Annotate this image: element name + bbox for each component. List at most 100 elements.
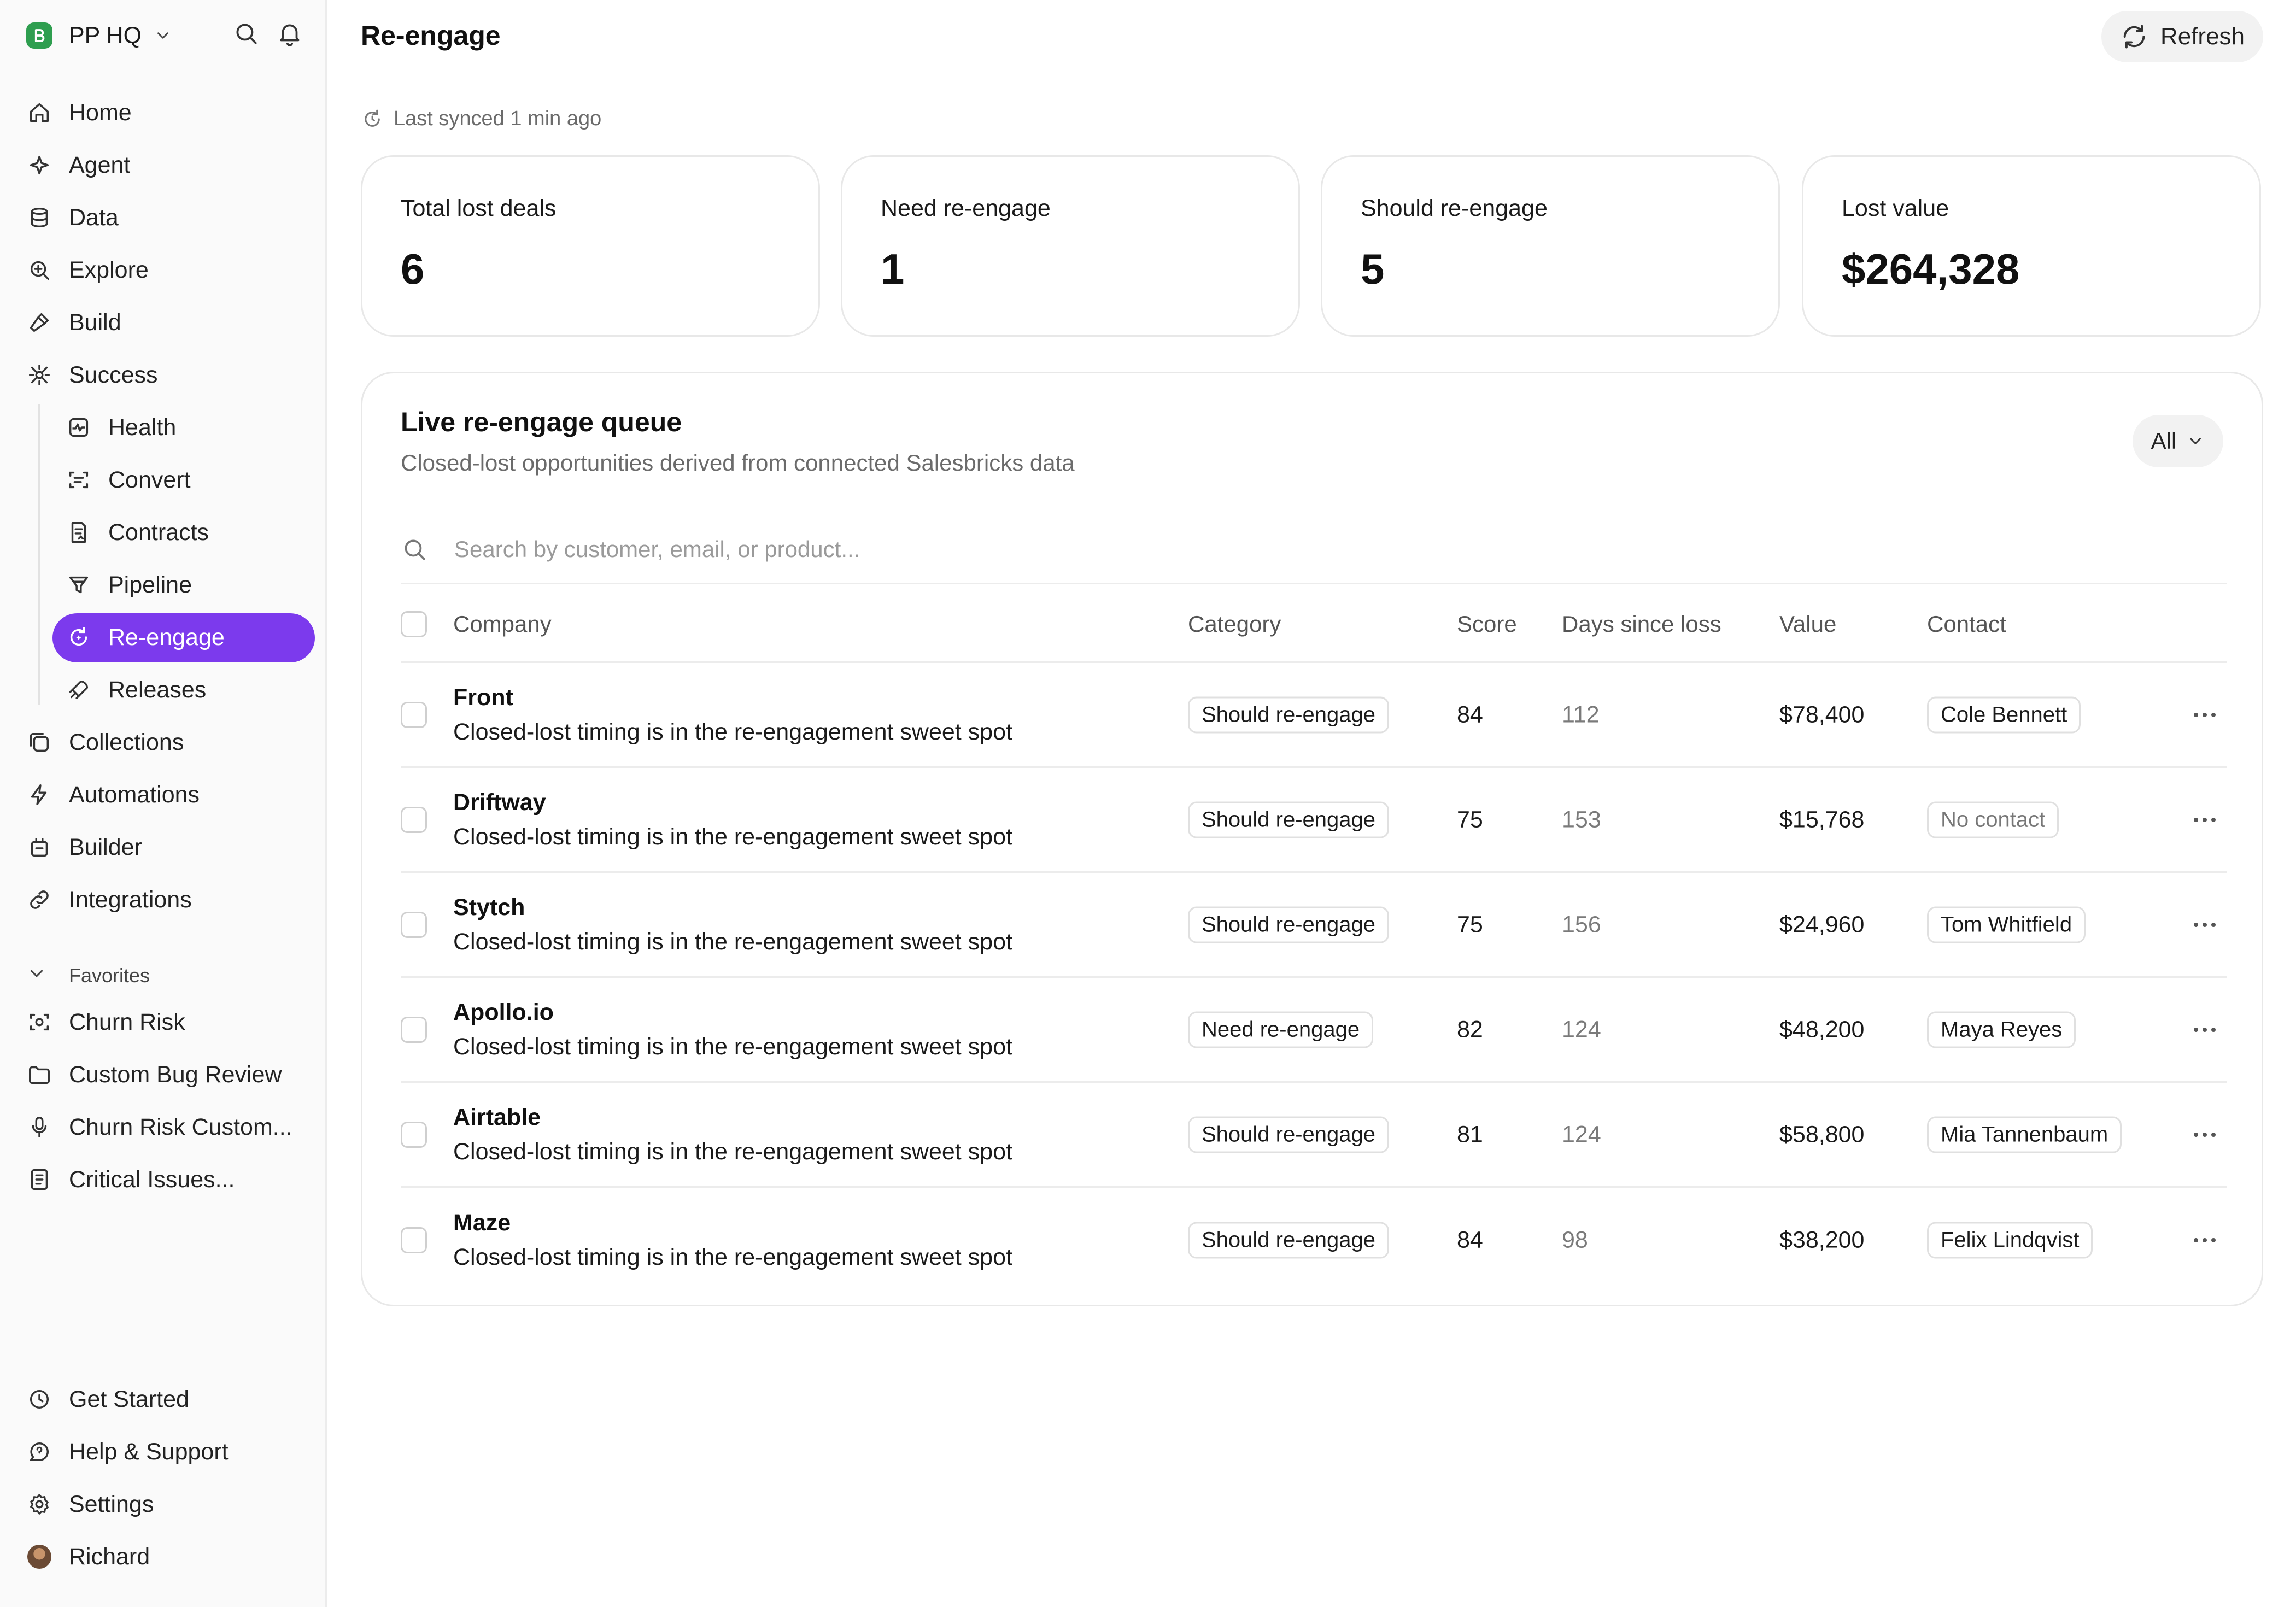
row-checkbox[interactable] (401, 806, 427, 833)
deal-value: $15,768 (1779, 806, 1865, 832)
more-options-icon[interactable] (2194, 1027, 2216, 1032)
row-checkbox[interactable] (401, 911, 427, 938)
score-value: 84 (1457, 701, 1483, 728)
table-row[interactable]: Driftway Closed-lost timing is in the re… (401, 768, 2227, 873)
row-checkbox[interactable] (401, 1016, 427, 1043)
page-title: Re-engage (361, 20, 501, 51)
fav-churn-risk-custom[interactable]: Churn Risk Custom... (26, 1107, 311, 1147)
row-checkbox[interactable] (401, 701, 427, 728)
nav-contracts[interactable]: Contracts (66, 513, 315, 552)
days-since-loss-value: 112 (1562, 701, 1600, 728)
nav-convert[interactable]: Convert (66, 460, 315, 500)
document-icon (26, 1166, 52, 1193)
contact-chip[interactable]: Tom Whitfield (1927, 906, 2086, 943)
score-value: 84 (1457, 1227, 1483, 1253)
table-row[interactable]: Apollo.io Closed-lost timing is in the r… (401, 978, 2227, 1083)
fav-critical-issues[interactable]: Critical Issues... (26, 1160, 311, 1199)
search-icon (401, 536, 428, 563)
nav-settings[interactable]: Settings (26, 1485, 311, 1524)
column-contact[interactable]: Contact (1927, 611, 2006, 637)
category-filter-dropdown[interactable]: All (2133, 415, 2223, 467)
nav-help-support[interactable]: Help & Support (26, 1432, 311, 1471)
favorites-toggle[interactable]: Favorites (26, 962, 150, 989)
company-cell: Apollo.io Closed-lost timing is in the r… (453, 999, 1012, 1060)
panel-subtitle: Closed-lost opportunities derived from c… (401, 450, 1075, 476)
bell-icon[interactable] (276, 20, 303, 47)
score-value: 82 (1457, 1016, 1483, 1042)
more-options-icon[interactable] (2194, 1238, 2216, 1242)
company-name: Stytch (453, 894, 525, 920)
clock-icon (26, 1386, 52, 1412)
more-options-icon[interactable] (2194, 712, 2216, 717)
nav-health[interactable]: Health (66, 408, 315, 447)
nav-home[interactable]: Home (26, 93, 311, 132)
contact-chip[interactable]: Maya Reyes (1927, 1011, 2076, 1048)
table-row[interactable]: Airtable Closed-lost timing is in the re… (401, 1083, 2227, 1188)
select-all-checkbox[interactable] (401, 611, 427, 637)
more-options-icon[interactable] (2194, 817, 2216, 822)
nav-automations-label: Automations (69, 781, 200, 808)
fav-churn-risk-custom-label: Churn Risk Custom... (69, 1113, 292, 1140)
company-name: Airtable (453, 1104, 541, 1130)
nav-collections[interactable]: Collections (26, 723, 311, 762)
row-checkbox[interactable] (401, 1227, 427, 1253)
nav-agent[interactable]: Agent (26, 145, 311, 185)
refresh-label: Refresh (2160, 23, 2245, 50)
nav-releases[interactable]: Releases (66, 670, 315, 709)
gear-icon (26, 1491, 52, 1517)
company-cell: Maze Closed-lost timing is in the re-eng… (453, 1210, 1012, 1271)
contact-chip[interactable]: Cole Bennett (1927, 696, 2081, 733)
column-value[interactable]: Value (1779, 611, 1836, 637)
row-checkbox[interactable] (401, 1121, 427, 1148)
fav-churn-risk[interactable]: Churn Risk (26, 1002, 311, 1042)
user-name: Richard (69, 1543, 150, 1570)
company-cell: Front Closed-lost timing is in the re-en… (453, 684, 1012, 746)
builder-icon (26, 834, 52, 860)
folder-icon (26, 1061, 52, 1088)
nav-contracts-label: Contracts (108, 519, 209, 546)
column-category[interactable]: Category (1188, 611, 1281, 637)
nav-builder[interactable]: Builder (26, 828, 311, 867)
column-score[interactable]: Score (1457, 611, 1517, 637)
more-options-icon[interactable] (2194, 1132, 2216, 1137)
sparkle-icon (26, 152, 52, 178)
nav-health-label: Health (108, 414, 177, 441)
column-days-since-loss[interactable]: Days since loss (1562, 611, 1721, 637)
stat-card-total-lost: Total lost deals 6 (361, 155, 820, 337)
more-options-icon[interactable] (2194, 922, 2216, 927)
company-reason: Closed-lost timing is in the re-engageme… (453, 1244, 1012, 1270)
table-row[interactable]: Stytch Closed-lost timing is in the re-e… (401, 873, 2227, 978)
nav-integrations[interactable]: Integrations (26, 880, 311, 919)
nav-automations[interactable]: Automations (26, 775, 311, 814)
app-window: PP HQ Home Agent Data Explore Build Succ… (0, 0, 2296, 1607)
nav-user-profile[interactable]: Richard (26, 1537, 311, 1576)
chevron-down-icon (2186, 432, 2205, 450)
contact-chip[interactable]: No contact (1927, 801, 2059, 838)
nav-re-engage-label: Re-engage (108, 624, 225, 650)
column-company[interactable]: Company (453, 611, 552, 637)
company-reason: Closed-lost timing is in the re-engageme… (453, 928, 1012, 955)
nav-data[interactable]: Data (26, 198, 311, 237)
workspace-switcher[interactable]: PP HQ (26, 20, 172, 51)
contact-chip[interactable]: Mia Tannenbaum (1927, 1116, 2122, 1153)
fav-custom-bug-review[interactable]: Custom Bug Review (26, 1055, 311, 1094)
fav-custom-bug-review-label: Custom Bug Review (69, 1061, 282, 1088)
stat-value: 6 (401, 245, 425, 293)
nav-explore[interactable]: Explore (26, 250, 311, 290)
nav-get-started[interactable]: Get Started (26, 1380, 311, 1419)
nav-re-engage[interactable]: Re-engage (66, 618, 315, 657)
deal-value: $78,400 (1779, 701, 1865, 728)
nav-build[interactable]: Build (26, 303, 311, 342)
category-badge: Should re-engage (1188, 801, 1390, 838)
nav-success[interactable]: Success (26, 355, 311, 395)
stat-label: Need re-engage (881, 195, 1051, 221)
table-row[interactable]: Front Closed-lost timing is in the re-en… (401, 663, 2227, 768)
search-input[interactable] (454, 536, 1876, 562)
link-icon (26, 887, 52, 913)
nav-pipeline[interactable]: Pipeline (66, 565, 315, 605)
company-reason: Closed-lost timing is in the re-engageme… (453, 1033, 1012, 1060)
contact-chip[interactable]: Felix Lindqvist (1927, 1222, 2093, 1259)
refresh-button[interactable]: Refresh (2101, 11, 2263, 62)
search-icon[interactable] (232, 20, 260, 47)
table-row[interactable]: Maze Closed-lost timing is in the re-eng… (401, 1188, 2227, 1293)
